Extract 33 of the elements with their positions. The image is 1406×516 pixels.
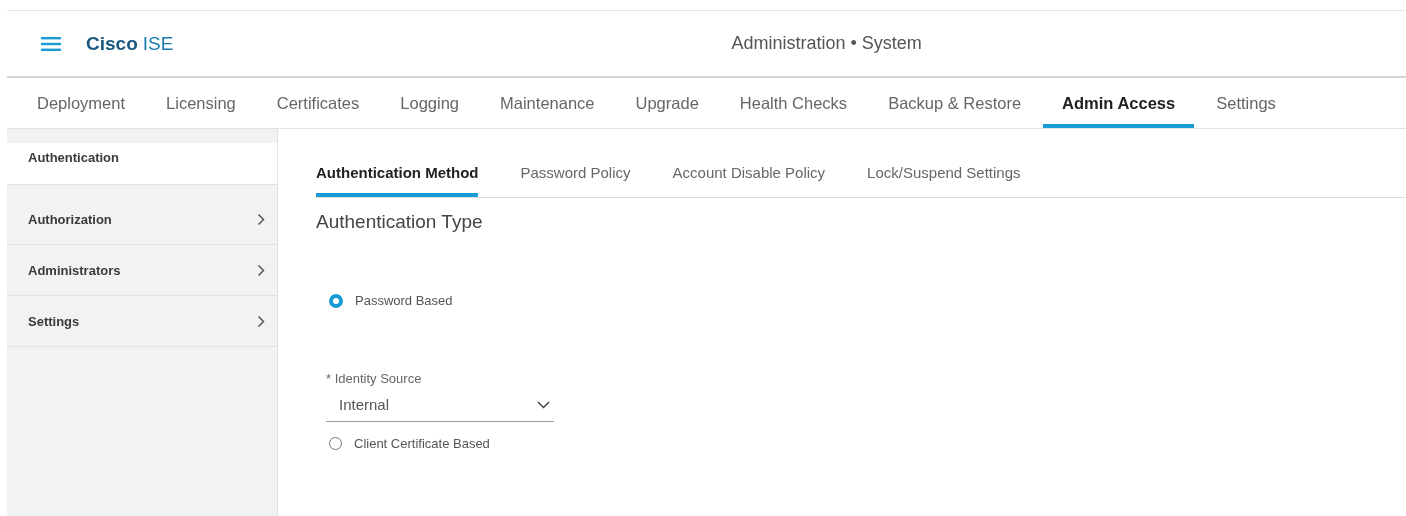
sub-tab[interactable]: Authentication Method <box>316 164 479 197</box>
nav-tab[interactable]: Health Checks <box>720 78 867 128</box>
identity-source-dropdown[interactable]: Internal <box>326 386 554 422</box>
nav-tab[interactable]: Licensing <box>147 78 255 128</box>
field-label: * Identity Source <box>326 371 423 386</box>
chevron-down-icon <box>537 400 550 409</box>
sidebar-item-label: Authentication <box>28 150 119 165</box>
nav-tab[interactable]: Maintenance <box>481 78 614 128</box>
nav-tab[interactable]: Upgrade <box>616 78 718 128</box>
sidebar-item-label: Settings <box>28 313 80 329</box>
radio-label: Client Certificate Based <box>354 436 490 451</box>
sidebar-item-label: Administrators <box>28 262 121 278</box>
sidebar-item[interactable]: Authentication <box>7 143 277 185</box>
sub-tab[interactable]: Password Policy <box>520 164 631 197</box>
menu-icon[interactable] <box>41 36 61 51</box>
sidebar-item[interactable]: Authorization <box>7 194 277 245</box>
nav-tab[interactable]: Admin Access <box>1043 78 1195 128</box>
nav-tab[interactable]: Backup & Restore <box>869 78 1041 128</box>
brand-name: Cisco <box>86 32 138 55</box>
radio-label: Password Based <box>355 293 453 308</box>
sub-tab[interactable]: Account Disable Policy <box>672 164 826 197</box>
nav-tab[interactable]: Settings <box>1197 78 1295 128</box>
sub-tab[interactable]: Lock/Suspend Settings <box>867 164 1021 197</box>
nav-tab[interactable]: Certificates <box>257 78 379 128</box>
section-title: Authentication Type <box>316 211 484 233</box>
brand-product: ISE <box>142 32 174 55</box>
nav-tab[interactable]: Logging <box>381 78 479 128</box>
sidebar-item[interactable]: Settings <box>7 296 277 347</box>
sidebar-item-label: Authorization <box>28 211 112 227</box>
nav-tab[interactable]: Deployment <box>7 78 145 128</box>
page-title: Administration • System <box>731 33 922 54</box>
sidebar-item[interactable]: Administrators <box>7 245 277 296</box>
radio-button[interactable] <box>329 293 343 308</box>
